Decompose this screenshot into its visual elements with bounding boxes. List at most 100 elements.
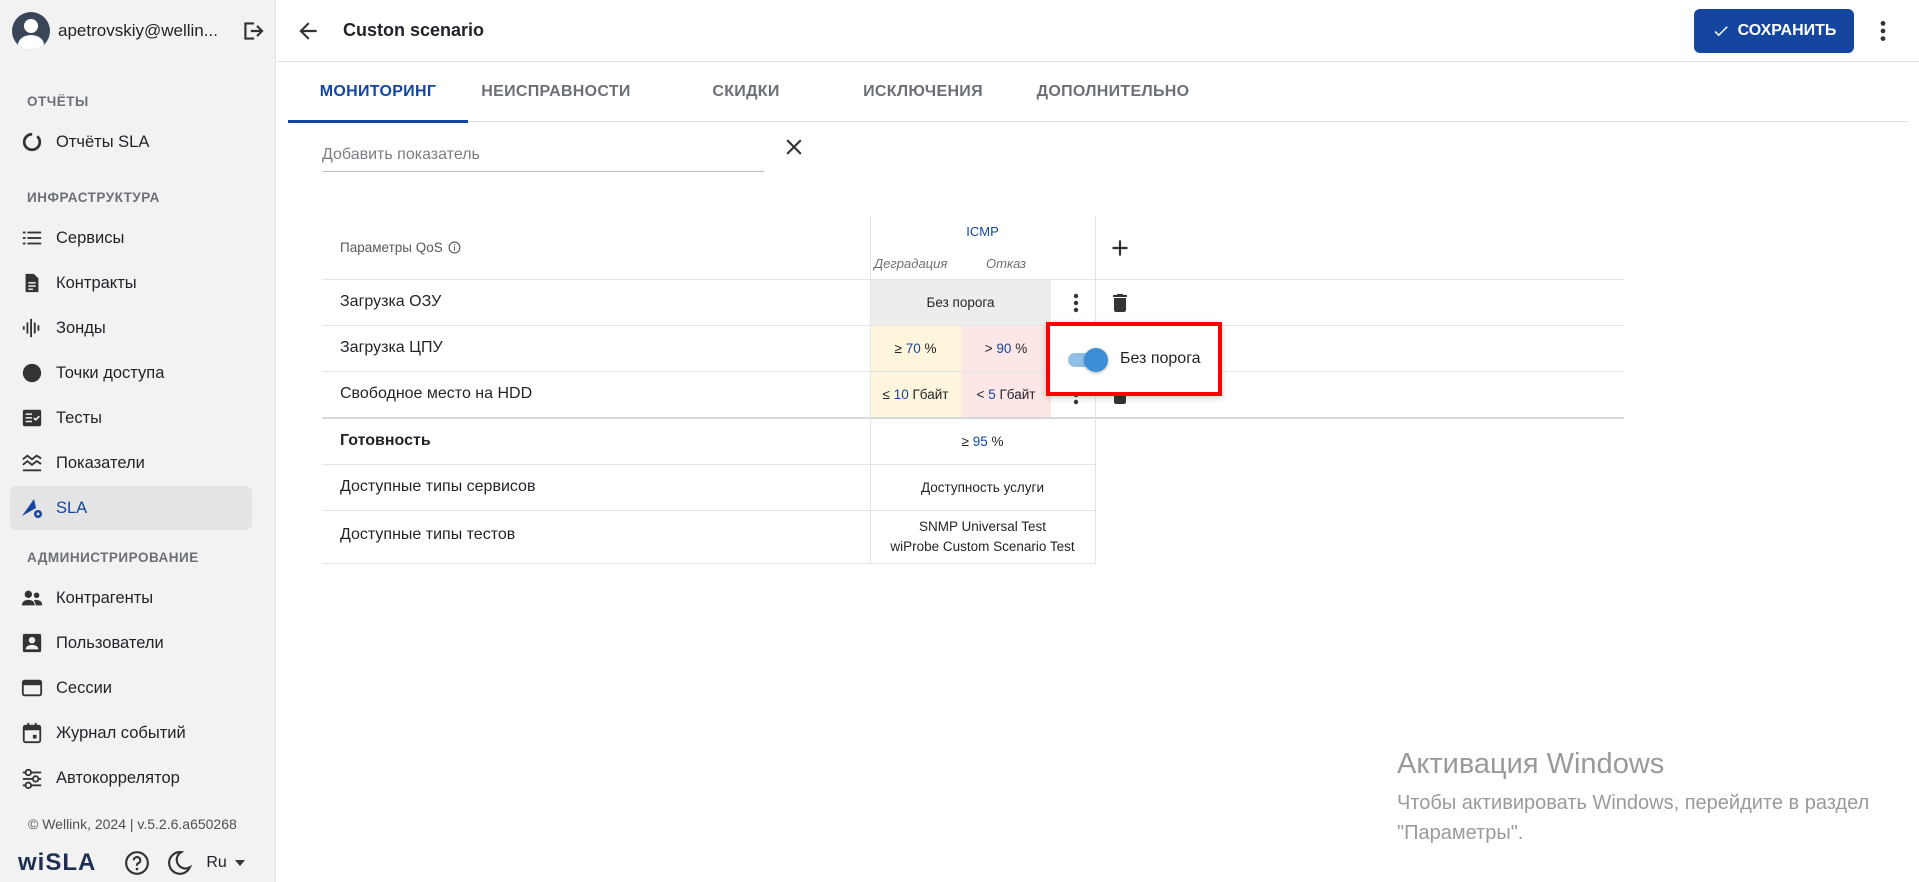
check-icon xyxy=(1714,26,1728,37)
sidebar-item-tests[interactable]: Тесты xyxy=(10,396,252,440)
tab-discounts[interactable]: СКИДКИ xyxy=(672,62,820,122)
version-footer: © Wellink, 2024 | v.5.2.6.a650268 xyxy=(28,816,237,832)
table-row: Доступные типы сервисов Доступность услу… xyxy=(322,465,1096,511)
sidebar-item-label: Отчёты SLA xyxy=(56,132,150,151)
unit: Гбайт xyxy=(999,387,1036,402)
save-button[interactable]: СОХРАНИТЬ xyxy=(1694,9,1854,53)
list-icon xyxy=(20,226,44,250)
sidebar-item-access-points[interactable]: Точки доступа xyxy=(10,351,252,395)
sidebar-item-label: Сессии xyxy=(56,678,113,697)
sidebar-item-sla[interactable]: SLA xyxy=(10,486,252,530)
circle-icon xyxy=(20,361,44,385)
sidebar-item-label: SLA xyxy=(56,498,88,517)
wisla-logo: wiSLA xyxy=(18,849,97,876)
tab-faults[interactable]: НЕИСПРАВНОСТИ xyxy=(468,62,644,122)
threshold-value: Без порога xyxy=(926,295,995,310)
sidebar-item-label: Сервисы xyxy=(56,228,125,247)
sidebar-item-label: Журнал событий xyxy=(56,723,186,742)
sidebar-item-sessions[interactable]: Сессии xyxy=(10,666,252,710)
add-metric-input[interactable] xyxy=(322,138,764,172)
threshold-cell[interactable]: Без порога xyxy=(870,280,1051,325)
window-icon xyxy=(20,676,44,700)
section-reports: ОТЧЁТЫ xyxy=(27,94,89,109)
tab-exceptions[interactable]: ИСКЛЮЧЕНИЯ xyxy=(848,62,998,122)
windows-activation-text: Чтобы активировать Windows, перейдите в … xyxy=(1397,792,1870,844)
sidebar-item-label: Показатели xyxy=(56,453,145,472)
checklist-icon xyxy=(20,406,44,430)
op: > xyxy=(984,341,993,356)
failure-cell[interactable]: > 90 % xyxy=(961,326,1051,371)
table-row: Свободное место на HDD ≤ 10 Гбайт < 5 Гб… xyxy=(322,372,1624,419)
value: Доступность услуги xyxy=(920,480,1045,495)
moon-icon[interactable] xyxy=(166,850,193,876)
sla-reports-icon xyxy=(20,130,44,154)
logout-icon[interactable] xyxy=(240,18,266,44)
failure-header: Отказ xyxy=(986,256,1027,271)
sidebar-item-services[interactable]: Сервисы xyxy=(10,216,252,260)
readiness-cell[interactable]: ≥ 95 % xyxy=(870,419,1095,464)
calendar-icon xyxy=(20,721,44,745)
avatar[interactable] xyxy=(12,12,50,50)
sidebar-item-contracts[interactable]: Контракты xyxy=(10,261,252,305)
test-types-cell: SNMP Universal Test wiProbe Custom Scena… xyxy=(870,517,1095,557)
num: 90 xyxy=(996,341,1012,356)
document-icon xyxy=(20,271,44,295)
sidebar-item-sla-reports[interactable]: Отчёты SLA xyxy=(10,120,252,164)
unit: Гбайт xyxy=(912,387,949,402)
trash-icon[interactable] xyxy=(1108,291,1132,315)
info-icon[interactable] xyxy=(448,241,461,254)
row-name: Загрузка ЦПУ xyxy=(340,339,443,356)
test-type: wiProbe Custom Scenario Test xyxy=(890,539,1075,554)
section-administration: АДМИНИСТРИРОВАНИЕ xyxy=(27,550,199,565)
sidebar-item-label: Контрагенты xyxy=(56,588,154,607)
num: 5 xyxy=(988,387,996,402)
sidebar: apetrovskiy@wellin... ОТЧЁТЫ Отчёты SLA … xyxy=(0,0,276,882)
table-row: Загрузка ОЗУ Без порога xyxy=(322,280,1624,326)
column-divider xyxy=(870,216,871,564)
icmp-group-header: ICMP xyxy=(966,224,999,239)
degradation-cell[interactable]: ≤ 10 Гбайт xyxy=(870,372,961,417)
sla-gear-icon xyxy=(20,496,44,520)
sliders-icon xyxy=(20,766,44,790)
arrow-back-icon[interactable] xyxy=(295,18,321,44)
sidebar-item-counterparties[interactable]: Контрагенты xyxy=(10,576,252,620)
degradation-cell[interactable]: ≥ 70 % xyxy=(870,326,961,371)
waveform-icon xyxy=(20,316,44,340)
sidebar-item-metrics[interactable]: Показатели xyxy=(10,441,252,485)
qos-params-label: Параметры QoS xyxy=(340,240,443,255)
language-value: Ru xyxy=(206,854,227,871)
sidebar-item-event-log[interactable]: Журнал событий xyxy=(10,711,252,755)
user-card-icon xyxy=(20,631,44,655)
sidebar-item-label: Точки доступа xyxy=(56,363,165,382)
caret-down-icon xyxy=(234,860,245,866)
row-name: Доступные типы сервисов xyxy=(340,478,536,495)
sidebar-item-probes[interactable]: Зонды xyxy=(10,306,252,350)
sidebar-item-users[interactable]: Пользователи xyxy=(10,621,252,665)
num: 10 xyxy=(893,387,909,402)
tab-additional[interactable]: ДОПОЛНИТЕЛЬНО xyxy=(1018,62,1208,122)
unit: % xyxy=(991,434,1004,449)
plus-icon[interactable] xyxy=(1107,235,1133,261)
more-vert-icon[interactable] xyxy=(1870,18,1896,44)
unit: % xyxy=(924,341,937,356)
op: ≤ xyxy=(882,387,890,402)
op: < xyxy=(976,387,985,402)
user-profile[interactable]: apetrovskiy@wellin... xyxy=(12,12,266,50)
test-type: SNMP Universal Test xyxy=(918,519,1047,534)
sidebar-bottom-bar: wiSLA Ru xyxy=(18,848,258,878)
threshold-popup: Без порога xyxy=(1046,322,1222,396)
language-select[interactable]: Ru xyxy=(206,854,245,872)
tab-monitoring[interactable]: МОНИТОРИНГ xyxy=(288,62,468,123)
more-vert-icon[interactable] xyxy=(1064,291,1088,315)
no-threshold-toggle[interactable] xyxy=(1068,347,1108,372)
help-icon[interactable] xyxy=(124,850,150,876)
close-icon[interactable] xyxy=(781,134,807,160)
sidebar-item-label: Тесты xyxy=(56,408,102,427)
section-infrastructure: ИНФРАСТРУКТУРА xyxy=(27,190,160,205)
failure-cell[interactable]: < 5 Гбайт xyxy=(961,372,1051,417)
num: 70 xyxy=(905,341,921,356)
unit: % xyxy=(1015,341,1028,356)
sidebar-item-label: Автокоррелятор xyxy=(56,768,180,787)
sidebar-item-autocorrelator[interactable]: Автокоррелятор xyxy=(10,756,252,800)
table-header-row: Параметры QoS ICMP Деградация Отказ xyxy=(322,216,1624,280)
